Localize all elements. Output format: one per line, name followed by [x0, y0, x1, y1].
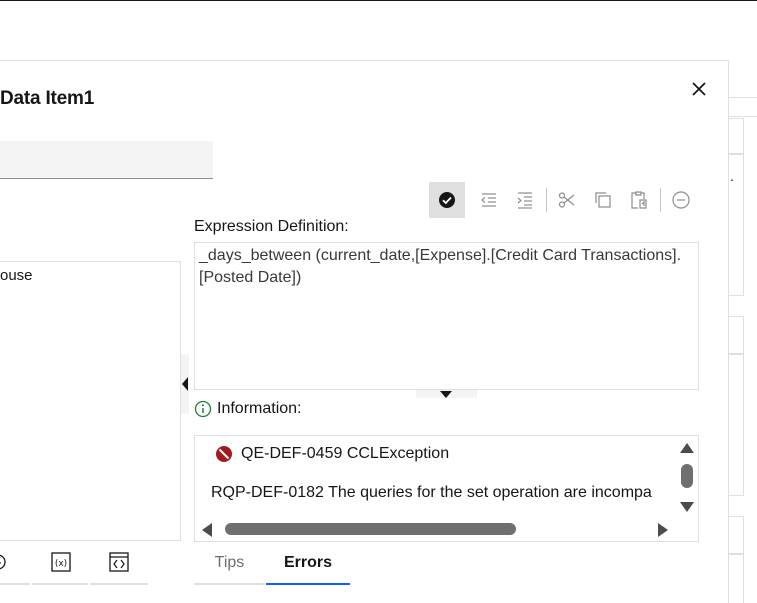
background-panel: [728, 316, 744, 354]
indent-less-icon: [481, 193, 496, 207]
information-icon: [194, 400, 212, 418]
function-tab[interactable]: [0, 551, 14, 573]
paste-button[interactable]: [621, 182, 657, 218]
subtract-circle-icon: [672, 191, 690, 209]
background-panel: [728, 97, 757, 117]
expression-definition-editor[interactable]: _days_between (current_date,[Expense].[C…: [194, 242, 699, 390]
checkmark-filled-icon: [439, 192, 455, 208]
dialog-title: Data Item1: [0, 88, 95, 109]
background-panel: [728, 554, 744, 603]
indent-less-button[interactable]: [471, 182, 507, 218]
expression-definition-label: Expression Definition:: [194, 218, 349, 235]
indent-more-button[interactable]: [507, 182, 543, 218]
cut-icon: [558, 192, 575, 208]
caret-left-icon: [182, 377, 188, 391]
collapse-left-pane-handle[interactable]: [181, 354, 189, 414]
svg-text:(x): (x): [55, 559, 67, 569]
tab-underline: [90, 583, 148, 585]
toolbar-separator: [546, 188, 547, 212]
information-header: Information:: [194, 399, 301, 419]
name-input[interactable]: [0, 141, 213, 179]
top-rule: [0, 0, 757, 1]
vertical-scrollbar-thumb[interactable]: [681, 464, 693, 488]
tree-item[interactable]: ouse: [0, 267, 33, 284]
paste-icon: [631, 191, 647, 209]
caret-down-icon: [440, 391, 452, 398]
left-pane-tabs: (x): [0, 541, 150, 585]
remove-button[interactable]: [663, 182, 699, 218]
validate-button[interactable]: [429, 182, 465, 218]
code-window-icon: [109, 552, 129, 572]
indent-more-icon: [517, 192, 532, 209]
scroll-up-arrow[interactable]: [680, 443, 694, 453]
tab-underline: [32, 583, 88, 585]
copy-button[interactable]: [585, 182, 621, 218]
toolbar-separator: [660, 188, 661, 212]
background-panel: [728, 354, 744, 496]
pane-splitter[interactable]: [416, 390, 477, 398]
tab-underline: [0, 583, 30, 585]
background-text: .: [730, 168, 734, 184]
background-panel: [728, 118, 744, 154]
horizontal-scrollbar-thumb[interactable]: [225, 523, 516, 535]
close-icon: [692, 82, 706, 96]
information-panel: QE-DEF-0459 CCLException RQP-DEF-0182 Th…: [194, 435, 699, 542]
error-icon: [215, 445, 233, 463]
cut-button[interactable]: [549, 182, 585, 218]
scroll-down-arrow[interactable]: [680, 502, 694, 512]
background-panel: [728, 516, 744, 554]
parameters-tab[interactable]: (x): [50, 551, 72, 573]
information-label: Information:: [217, 400, 302, 417]
close-button[interactable]: [686, 76, 712, 102]
code-tab[interactable]: [108, 551, 130, 573]
scroll-right-arrow[interactable]: [658, 523, 668, 537]
tab-tips[interactable]: Tips: [194, 543, 265, 585]
copy-icon: [595, 192, 611, 208]
function-icon: [0, 554, 6, 570]
scroll-left-arrow[interactable]: [202, 523, 212, 537]
source-tree[interactable]: ouse: [0, 261, 181, 541]
error-message: RQP-DEF-0182 The queries for the set ope…: [211, 484, 652, 501]
variable-icon: (x): [51, 552, 71, 572]
error-entry: QE-DEF-0459 CCLException: [215, 445, 449, 463]
error-code: QE-DEF-0459 CCLException: [241, 445, 450, 462]
tab-errors[interactable]: Errors: [266, 543, 350, 585]
